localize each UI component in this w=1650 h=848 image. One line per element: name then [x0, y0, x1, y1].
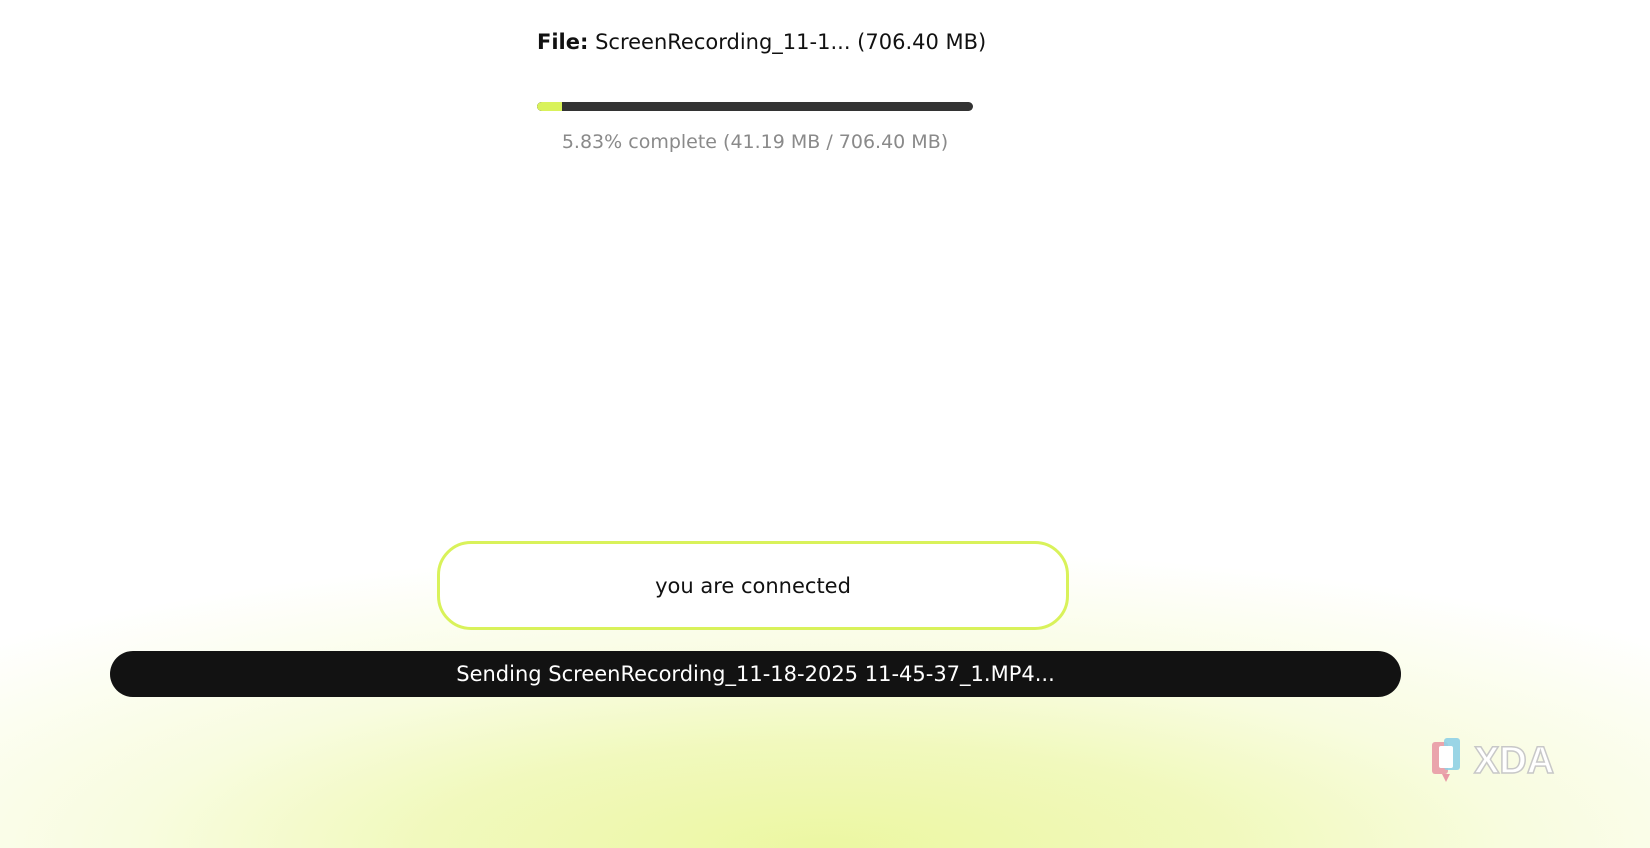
progress-bar	[537, 102, 973, 111]
progress-text: 5.83% complete (41.19 MB / 706.40 MB)	[561, 131, 949, 153]
connection-status: you are connected	[437, 541, 1069, 630]
sending-status-text: Sending ScreenRecording_11-18-2025 11-45…	[456, 662, 1055, 686]
xda-logo-text: XDA	[1473, 740, 1555, 780]
file-info: File: ScreenRecording_11-1... (706.40 MB…	[537, 30, 986, 54]
progress-fill	[537, 102, 563, 111]
svg-text:XDA: XDA	[1474, 740, 1554, 780]
xda-logo: XDA	[1430, 736, 1582, 784]
file-name: ScreenRecording_11-1... (706.40 MB)	[595, 30, 987, 54]
connection-status-text: you are connected	[655, 573, 851, 598]
file-label: File:	[537, 30, 589, 54]
xda-bracket-icon	[1432, 738, 1460, 782]
sending-status-bar: Sending ScreenRecording_11-18-2025 11-45…	[110, 651, 1401, 697]
